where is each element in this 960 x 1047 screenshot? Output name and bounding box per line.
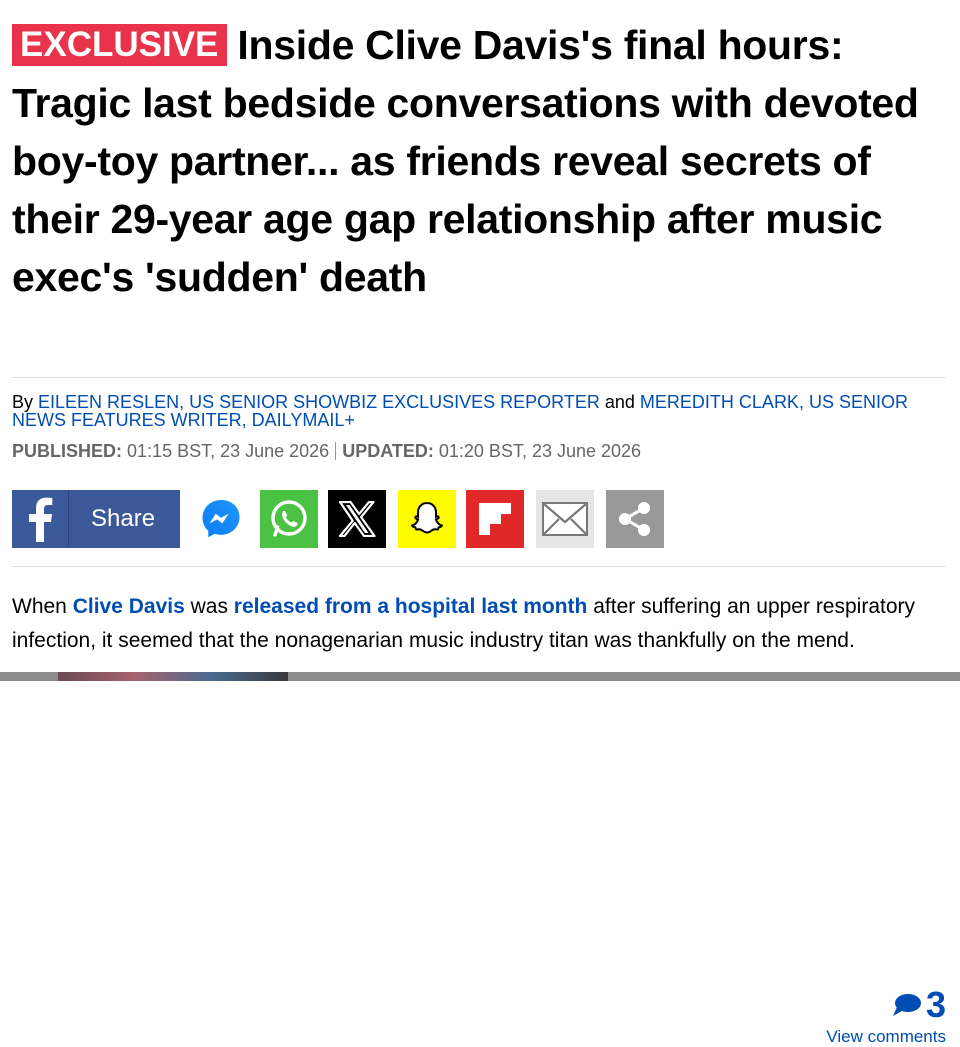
body-text: When: [12, 595, 73, 618]
messenger-icon: [202, 500, 240, 538]
share-bar: Share 3 View comments: [12, 490, 946, 1046]
updated-label: UPDATED:: [342, 441, 434, 461]
byline-joiner: and: [604, 392, 635, 412]
published-date: 01:15 BST, 23 June 2026: [127, 441, 330, 461]
flipboard-icon: [479, 503, 511, 535]
flipboard-share-button[interactable]: [466, 490, 524, 548]
body-text: was: [184, 595, 234, 618]
messenger-share-button[interactable]: [192, 490, 250, 548]
divider: [12, 377, 946, 378]
article: EXCLUSIVE Inside Clive Davis's final hour…: [12, 0, 946, 1046]
facebook-share-label: Share: [91, 505, 156, 532]
hospital-release-link[interactable]: released from a hospital last month: [234, 595, 588, 618]
whatsapp-share-button[interactable]: [260, 490, 318, 548]
whatsapp-icon: [271, 500, 307, 537]
x-share-button[interactable]: [328, 490, 386, 548]
facebook-share-button[interactable]: Share: [12, 490, 180, 548]
headline: EXCLUSIVE Inside Clive Davis's final hour…: [12, 16, 946, 306]
author-link-1[interactable]: EILEEN RESLEN, US SENIOR SHOWBIZ EXCLUSI…: [38, 392, 600, 412]
x-icon: [338, 501, 376, 537]
email-icon: [542, 502, 588, 536]
published-label: PUBLISHED:: [12, 441, 123, 461]
divider: [12, 566, 946, 567]
snapchat-share-button[interactable]: [398, 490, 456, 548]
view-comments-link[interactable]: View comments: [826, 1027, 946, 1047]
comment-bubble-icon: [892, 994, 921, 1016]
more-share-button[interactable]: [606, 490, 664, 548]
comments-widget[interactable]: 3 View comments: [826, 986, 946, 1047]
date-separator: [335, 442, 337, 460]
facebook-icon: [12, 490, 69, 548]
comment-count: 3: [925, 984, 946, 1025]
media-strip: [0, 672, 960, 681]
byline: By EILEEN RESLEN, US SENIOR SHOWBIZ EXCL…: [12, 393, 946, 429]
email-share-button[interactable]: [536, 490, 594, 548]
more-share-icon: [619, 502, 650, 536]
updated-date: 01:20 BST, 23 June 2026: [438, 441, 642, 461]
image-thumbnail[interactable]: [58, 672, 288, 681]
snapchat-icon: [410, 501, 444, 534]
article-body-paragraph: When Clive Davis was released from a hos…: [12, 590, 946, 658]
byline-prefix: By: [12, 392, 34, 412]
article-dates: PUBLISHED: 01:15 BST, 23 June 2026 UPDATE…: [12, 441, 641, 462]
exclusive-badge: EXCLUSIVE: [12, 24, 228, 66]
clive-davis-link[interactable]: Clive Davis: [73, 595, 185, 618]
